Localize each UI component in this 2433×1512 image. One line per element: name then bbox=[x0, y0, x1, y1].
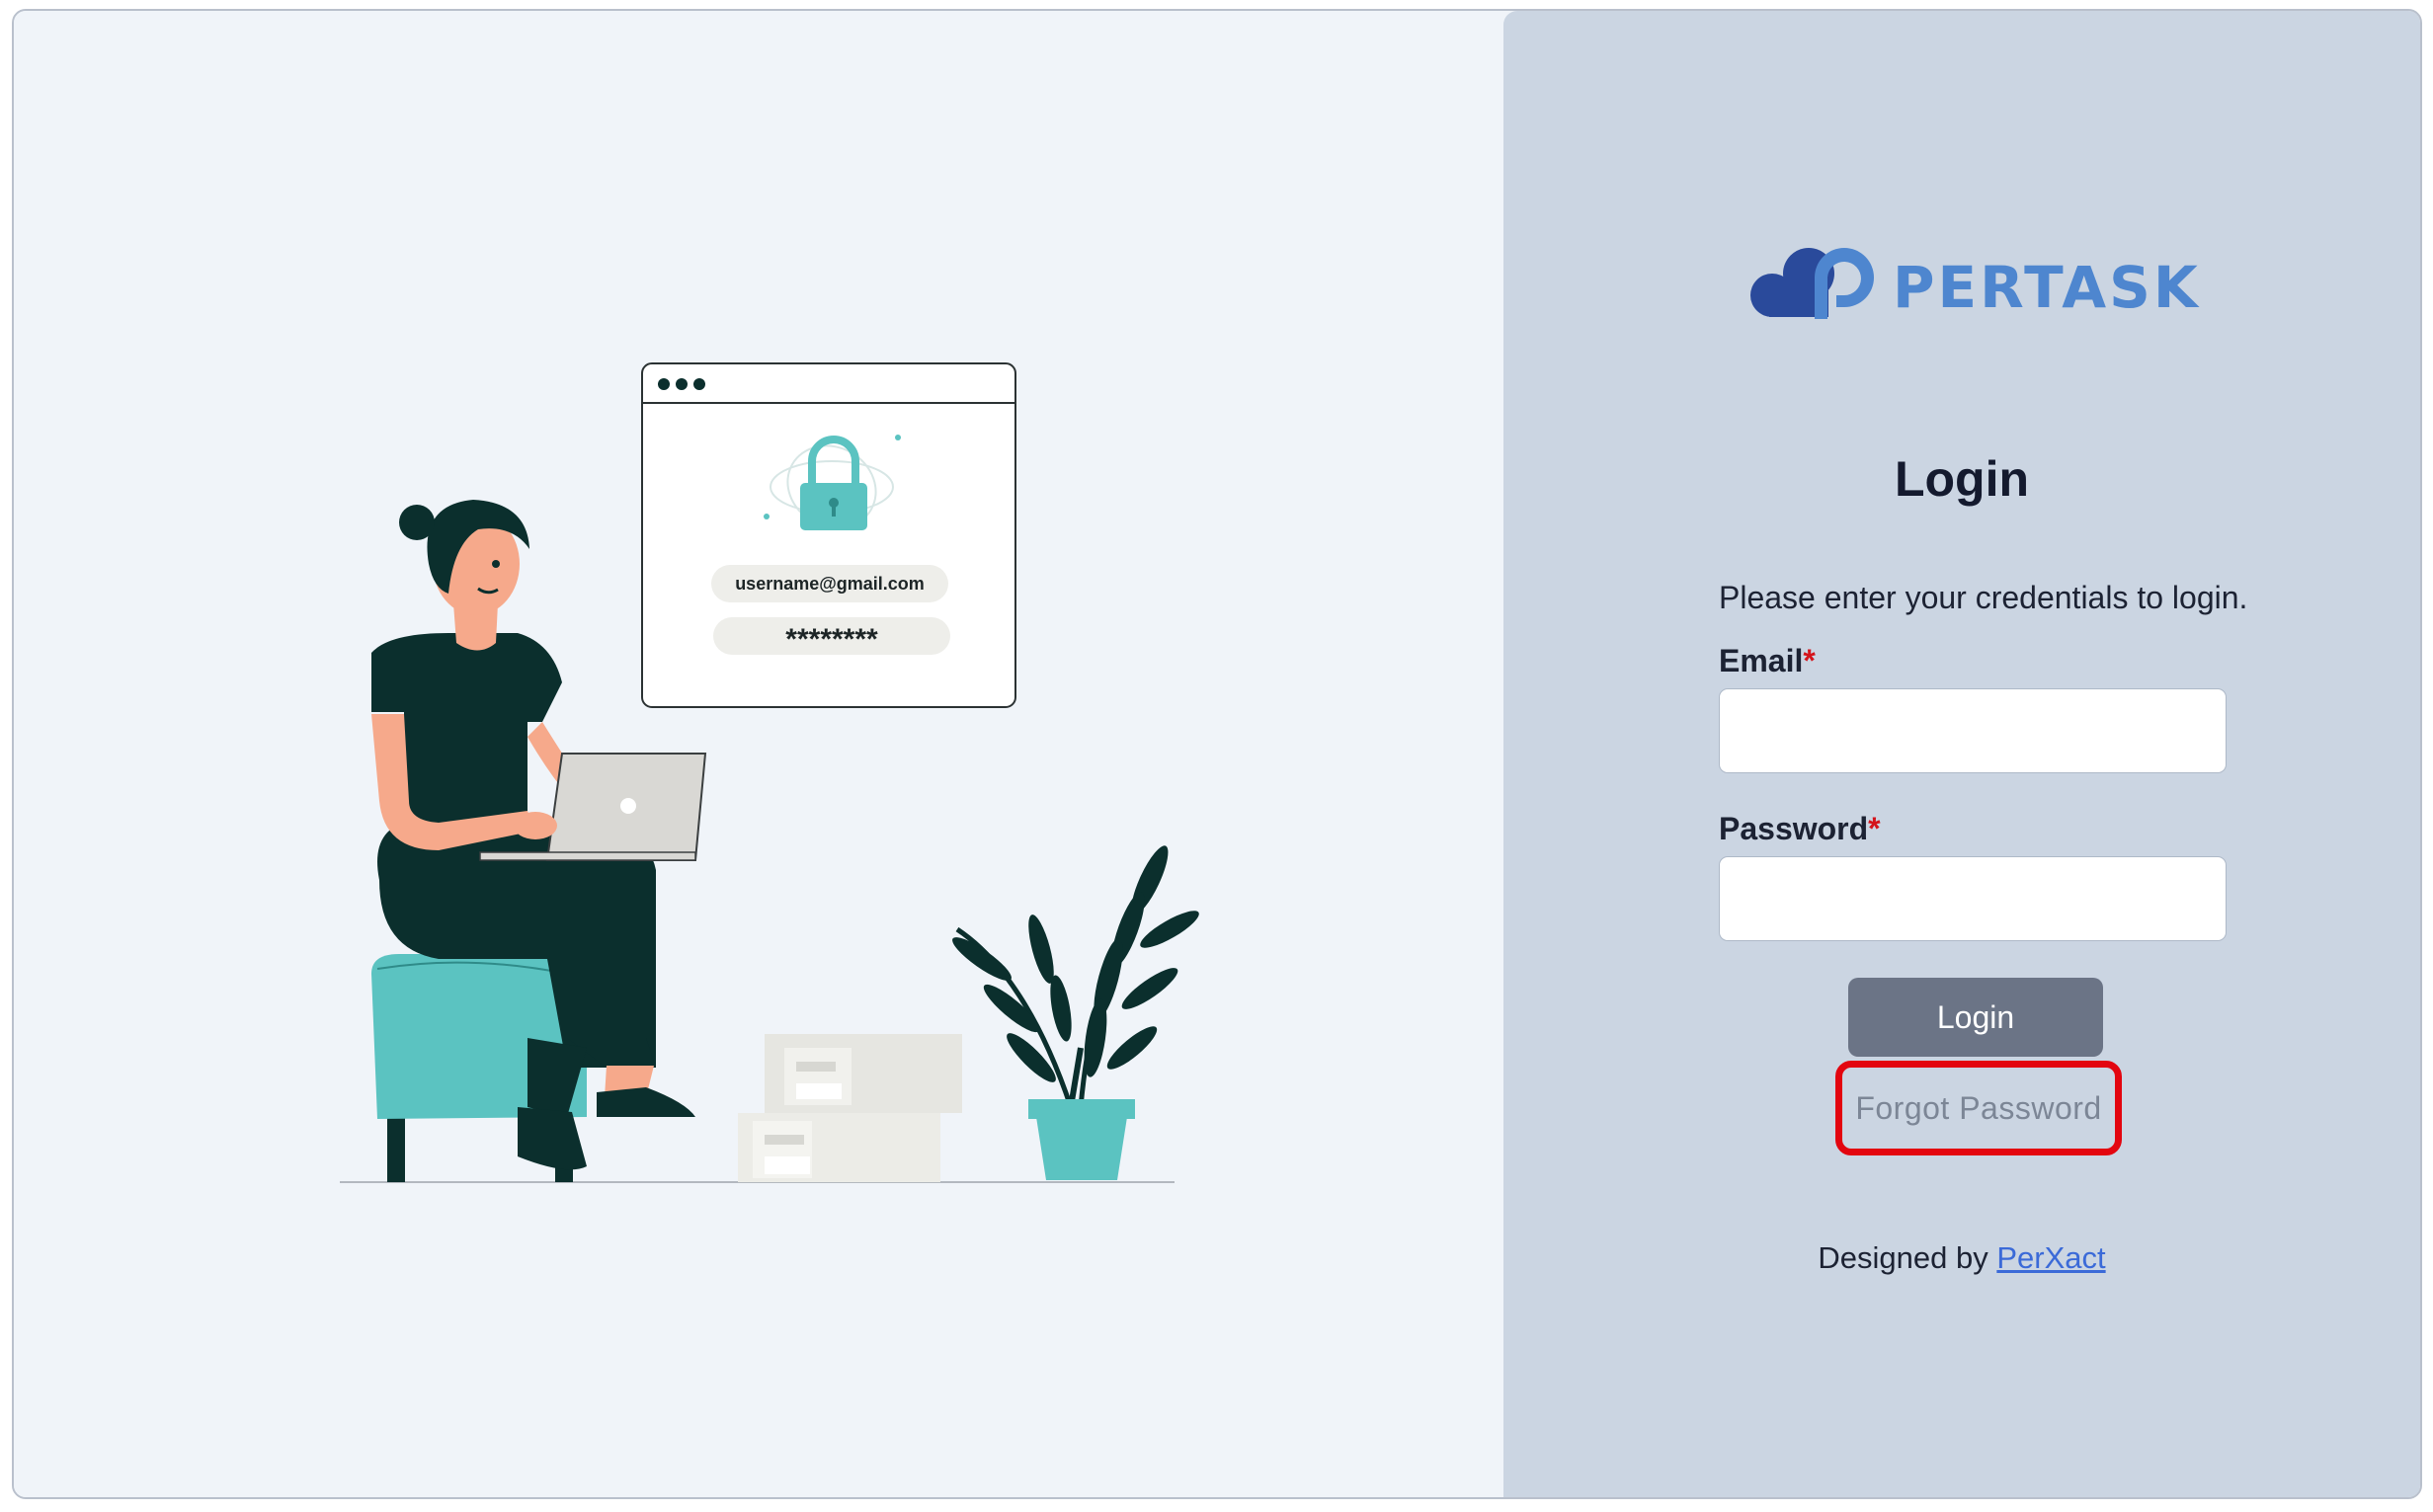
required-mark: * bbox=[1803, 643, 1816, 678]
password-input[interactable] bbox=[1719, 856, 2227, 941]
forgot-password-highlight: Forgot Password bbox=[1835, 1061, 2122, 1155]
email-input[interactable] bbox=[1719, 688, 2227, 773]
login-title: Login bbox=[1894, 451, 2030, 507]
email-label: Email* bbox=[1719, 643, 1816, 678]
plant-graphic bbox=[952, 845, 1199, 1180]
logo-text: PERTASK bbox=[1893, 254, 2201, 321]
forgot-password-link[interactable]: Forgot Password bbox=[1855, 1090, 2101, 1127]
login-button[interactable]: Login bbox=[1848, 978, 2103, 1057]
illustration-panel: username@gmail.com ******** bbox=[14, 11, 1503, 1497]
browser-window-graphic: username@gmail.com ******** bbox=[641, 362, 1016, 708]
login-illustration: username@gmail.com ******** bbox=[340, 362, 1199, 1183]
password-label: Password* bbox=[1719, 811, 1881, 846]
perxact-link[interactable]: PerXact bbox=[1996, 1240, 2105, 1275]
cloud-p-logo-icon bbox=[1750, 248, 1874, 319]
designed-by-text: Designed by bbox=[1818, 1240, 1988, 1275]
required-mark: * bbox=[1868, 811, 1881, 846]
app-frame: username@gmail.com ******** PERTASK Logi… bbox=[12, 9, 2422, 1499]
illustration-email: username@gmail.com bbox=[735, 574, 925, 594]
boxes-graphic bbox=[738, 1034, 962, 1182]
login-subtitle: Please enter your credentials to login. bbox=[1719, 580, 2248, 615]
illustration-password: ******** bbox=[785, 623, 878, 656]
pertask-logo: PERTASK bbox=[1747, 236, 2202, 335]
login-panel: PERTASK Login Please enter your credenti… bbox=[1503, 11, 2420, 1497]
footer-credit: Designed by PerXact bbox=[1503, 1240, 2420, 1276]
